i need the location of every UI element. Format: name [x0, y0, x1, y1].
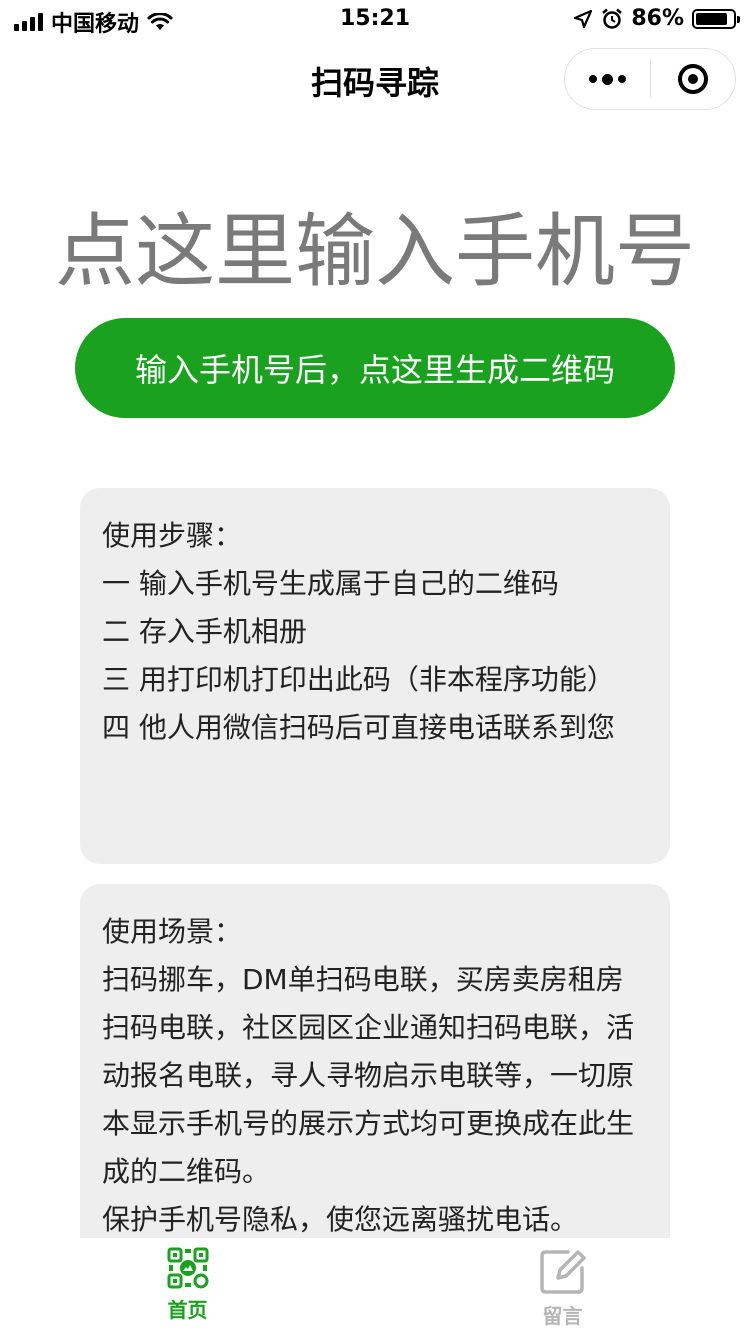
- qr-code-icon: [167, 1247, 208, 1289]
- edit-icon: [539, 1250, 586, 1294]
- status-right: 86%: [573, 6, 740, 31]
- step-item: 三 用打印机打印出此码（非本程序功能）: [102, 663, 615, 696]
- alarm-icon: [602, 8, 623, 29]
- steps-title: 使用步骤：: [102, 519, 243, 552]
- close-button[interactable]: [651, 49, 735, 109]
- more-dot-icon: [589, 75, 597, 83]
- status-bar: 中国移动 15:21 86%: [0, 0, 750, 40]
- battery-icon: [692, 8, 740, 29]
- miniprogram-capsule: [564, 48, 736, 110]
- page: 中国移动 15:21 86% 扫码寻踪 点这里输入手机号 输入手机号后，点这里生…: [0, 0, 750, 1334]
- battery-percent: 86%: [631, 6, 684, 31]
- step-item: 四 他人用微信扫码后可直接电话联系到您: [102, 711, 615, 744]
- nav-bar: 扫码寻踪: [0, 40, 750, 120]
- step-item: 二 存入手机相册: [102, 615, 307, 648]
- usage-scenes-card: 使用场景： 扫码挪车，DM单扫码电联，买房卖房租房扫码电联，社区园区企业通知扫码…: [80, 884, 670, 1284]
- target-icon: [677, 64, 708, 94]
- tab-home-label: 首页: [167, 1298, 208, 1322]
- scenes-paragraph: 扫码挪车，DM单扫码电联，买房卖房租房扫码电联，社区园区企业通知扫码电联，活动报…: [102, 963, 635, 1188]
- tab-bar: 首页 留言: [0, 1238, 750, 1334]
- tab-home[interactable]: 首页: [0, 1238, 375, 1334]
- generate-qr-button[interactable]: 输入手机号后，点这里生成二维码: [75, 318, 675, 418]
- more-dot-icon: [602, 73, 613, 85]
- tab-messages-label: 留言: [542, 1304, 583, 1328]
- scenes-title: 使用场景：: [102, 915, 243, 948]
- more-dot-icon: [618, 75, 626, 83]
- scenes-paragraph: 保护手机号隐私，使您远离骚扰电话。: [102, 1203, 579, 1236]
- phone-input[interactable]: [0, 196, 750, 306]
- location-icon: [574, 9, 593, 28]
- tab-messages[interactable]: 留言: [375, 1238, 750, 1334]
- usage-steps-card: 使用步骤： 一 输入手机号生成属于自己的二维码 二 存入手机相册 三 用打印机打…: [80, 488, 670, 864]
- step-item: 一 输入手机号生成属于自己的二维码: [102, 567, 559, 600]
- more-button[interactable]: [565, 49, 650, 109]
